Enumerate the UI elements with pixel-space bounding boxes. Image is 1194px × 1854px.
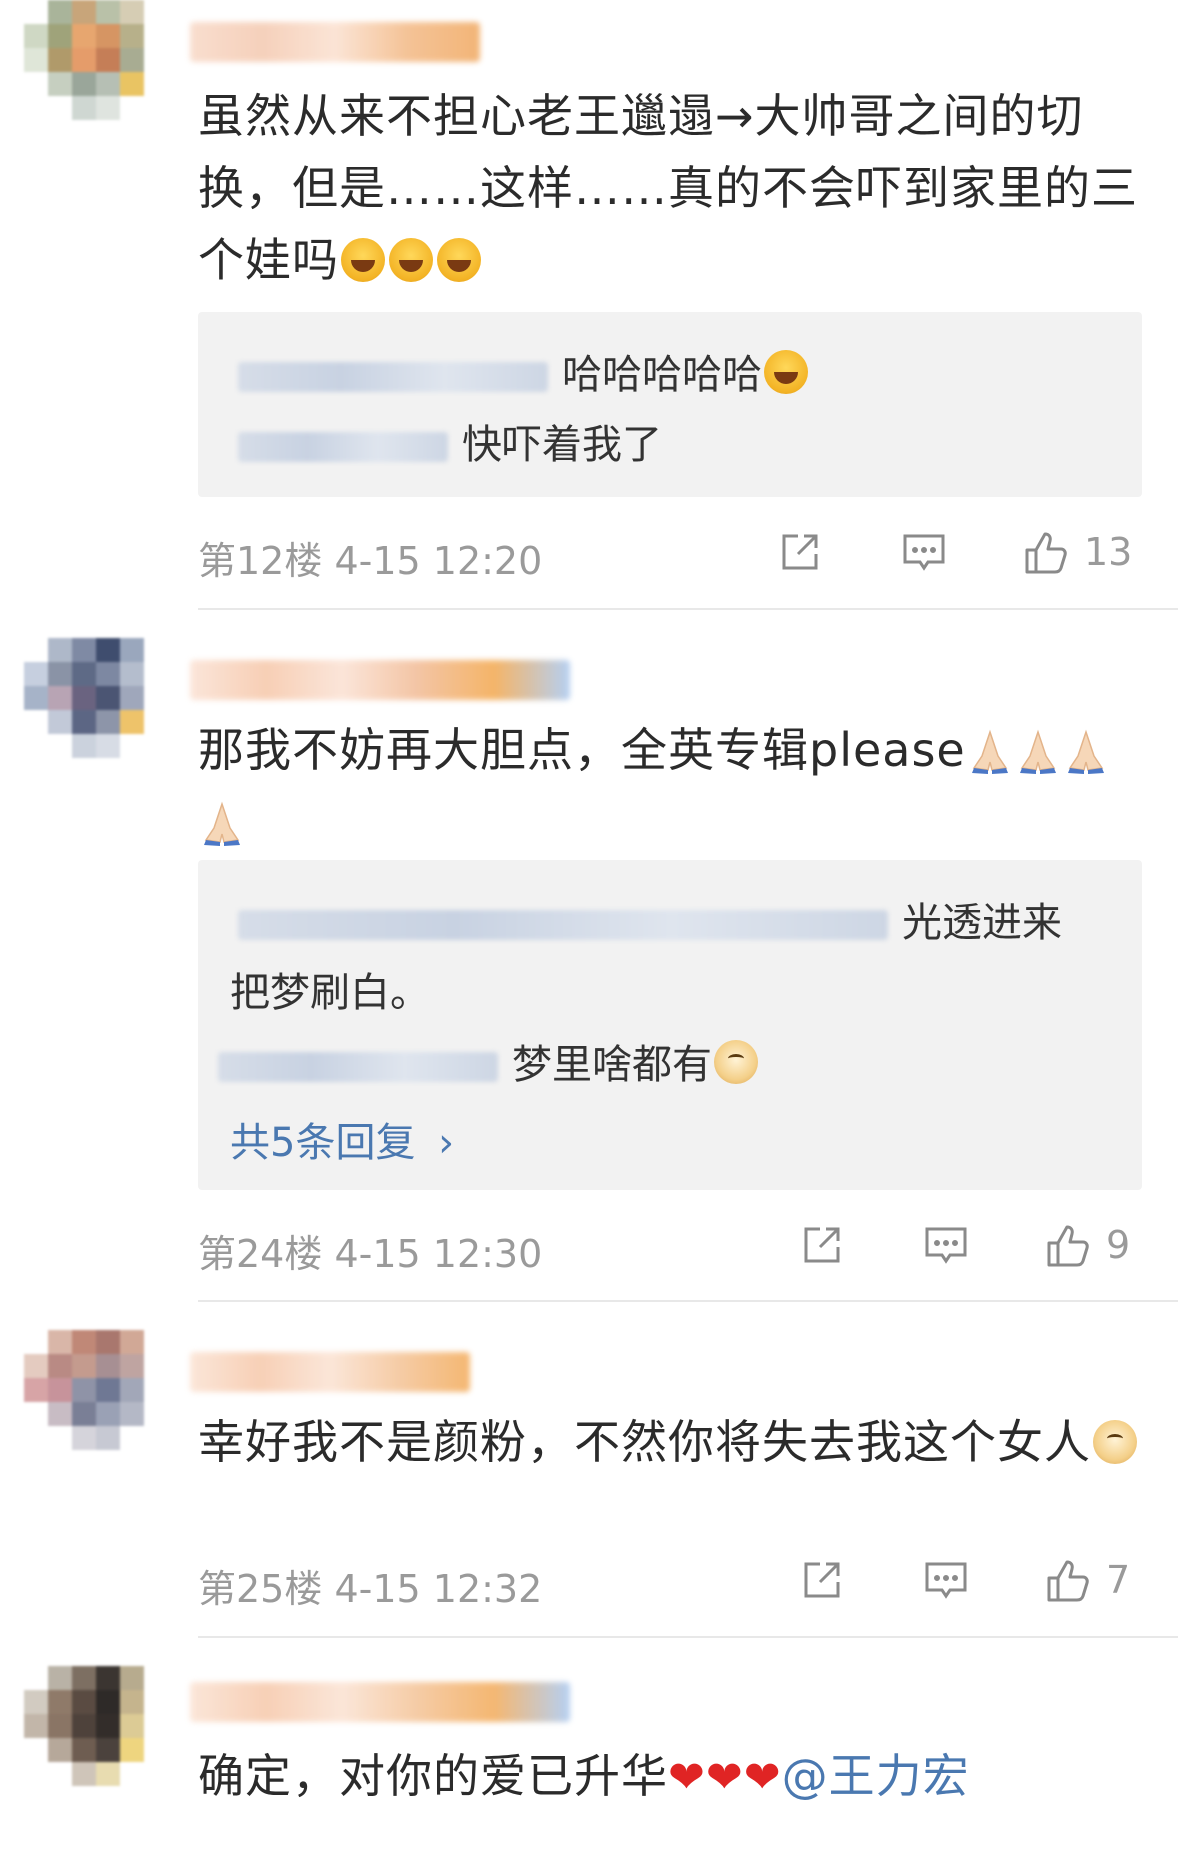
reply-preview-box[interactable]: 哈哈哈哈哈 快吓着我了 bbox=[198, 312, 1142, 497]
laugh-emoji bbox=[341, 238, 385, 282]
reply-text: 把梦刷白。 bbox=[230, 970, 430, 1016]
comment-body: 那我不妨再大胆点，全英专辑please bbox=[198, 723, 966, 777]
pray-emoji bbox=[1019, 729, 1056, 774]
view-all-replies-link[interactable]: 共5条回复 › bbox=[230, 1110, 454, 1168]
reply-item: 梦里啥都有 bbox=[218, 1032, 760, 1090]
floor-number: 第24楼 bbox=[198, 1232, 323, 1276]
timestamp: 4-15 12:30 bbox=[334, 1232, 543, 1276]
floor-and-time: 第12楼 4-15 12:20 bbox=[198, 530, 542, 585]
reply-text: 光透进来 bbox=[902, 900, 1062, 946]
heart-emoji: ❤ bbox=[705, 1752, 744, 1803]
comment-body: 幸好我不是颜粉，不然你将失去我这个女人 bbox=[198, 1415, 1091, 1469]
share-button[interactable] bbox=[776, 522, 824, 582]
pray-emoji bbox=[971, 729, 1008, 774]
comment-text: 幸好我不是颜粉，不然你将失去我这个女人 bbox=[198, 1406, 1148, 1478]
reply-text: 快吓着我了 bbox=[462, 422, 662, 468]
reply-username-blurred[interactable] bbox=[238, 910, 888, 940]
username-blurred[interactable] bbox=[190, 22, 480, 62]
pray-emoji bbox=[204, 801, 240, 846]
username-blurred[interactable] bbox=[190, 1352, 470, 1392]
reply-item: 光透进来 bbox=[238, 890, 1062, 948]
doge-emoji bbox=[714, 1040, 758, 1084]
avatar[interactable] bbox=[24, 1666, 168, 1810]
comment-icon bbox=[903, 534, 945, 571]
share-icon bbox=[782, 534, 818, 570]
reply-item: 快吓着我了 bbox=[238, 412, 662, 470]
comment-button[interactable] bbox=[922, 1550, 970, 1610]
username-blurred[interactable] bbox=[190, 1682, 570, 1722]
reply-username-blurred[interactable] bbox=[238, 432, 448, 462]
reply-preview-box[interactable]: 光透进来 把梦刷白。 梦里啥都有 共5条回复 › bbox=[198, 860, 1142, 1190]
like-count: 13 bbox=[1084, 530, 1133, 574]
chevron-right-icon: › bbox=[438, 1120, 455, 1166]
like-count: 9 bbox=[1106, 1223, 1131, 1267]
comment-icon bbox=[925, 1562, 967, 1599]
like-button[interactable]: 13 bbox=[1022, 522, 1132, 582]
divider bbox=[198, 1300, 1178, 1302]
comment-text: 虽然从来不担心老王邋遢→大帅哥之间的切换，但是……这样……真的不会吓到家里的三个… bbox=[198, 80, 1148, 296]
doge-emoji bbox=[1093, 1420, 1137, 1464]
heart-emoji: ❤ bbox=[668, 1752, 706, 1803]
laugh-emoji bbox=[764, 350, 808, 394]
share-icon bbox=[804, 1227, 840, 1263]
reply-username-blurred[interactable] bbox=[238, 362, 548, 392]
like-button[interactable]: 9 bbox=[1044, 1215, 1130, 1275]
comment-meta: 第24楼 4-15 12:30 9 bbox=[198, 1215, 1142, 1278]
share-icon bbox=[804, 1562, 840, 1598]
laugh-emoji bbox=[389, 238, 433, 282]
thumbs-up-icon bbox=[1047, 1560, 1089, 1602]
reply-item: 哈哈哈哈哈 bbox=[238, 342, 810, 400]
share-button[interactable] bbox=[798, 1215, 846, 1275]
comment-body: 虽然从来不担心老王邋遢→大帅哥之间的切换，但是……这样……真的不会吓到家里的三个… bbox=[198, 89, 1138, 287]
pray-emoji bbox=[1067, 729, 1104, 774]
share-button[interactable] bbox=[798, 1550, 846, 1610]
comment-button[interactable] bbox=[922, 1215, 970, 1275]
comment-body: 确定，对你的爱已升华 bbox=[198, 1749, 668, 1803]
reply-text: 梦里啥都有 bbox=[512, 1042, 712, 1088]
floor-number: 第25楼 bbox=[198, 1567, 323, 1611]
heart-emoji: ❤ bbox=[743, 1752, 782, 1803]
comment-text: 确定，对你的爱已升华❤❤❤@王力宏 bbox=[198, 1740, 1148, 1814]
floor-number: 第12楼 bbox=[198, 539, 323, 583]
like-count: 7 bbox=[1106, 1558, 1131, 1602]
comment-icon bbox=[925, 1227, 967, 1264]
floor-and-time: 第24楼 4-15 12:30 bbox=[198, 1223, 542, 1278]
avatar[interactable] bbox=[24, 1330, 168, 1474]
thumbs-up-icon bbox=[1047, 1225, 1089, 1267]
user-mention-link[interactable]: @王力宏 bbox=[782, 1749, 970, 1803]
comment-meta: 第12楼 4-15 12:20 13 bbox=[198, 522, 1142, 585]
username-blurred[interactable] bbox=[190, 660, 570, 700]
thumbs-up-icon bbox=[1025, 532, 1067, 574]
laugh-emoji bbox=[437, 238, 481, 282]
comment-button[interactable] bbox=[900, 522, 948, 582]
floor-and-time: 第25楼 4-15 12:32 bbox=[198, 1558, 542, 1613]
more-replies-label: 共5条回复 bbox=[230, 1120, 416, 1166]
divider bbox=[198, 1636, 1178, 1638]
avatar[interactable] bbox=[24, 638, 168, 782]
timestamp: 4-15 12:32 bbox=[334, 1567, 543, 1611]
reply-text: 哈哈哈哈哈 bbox=[562, 352, 762, 398]
comment-text: 那我不妨再大胆点，全英专辑please bbox=[198, 714, 1148, 858]
reply-username-blurred[interactable] bbox=[218, 1052, 498, 1082]
timestamp: 4-15 12:20 bbox=[334, 539, 543, 583]
comment-meta: 第25楼 4-15 12:32 7 bbox=[198, 1550, 1142, 1613]
reply-item: 把梦刷白。 bbox=[230, 960, 430, 1018]
avatar[interactable] bbox=[24, 0, 168, 144]
like-button[interactable]: 7 bbox=[1044, 1550, 1130, 1610]
divider bbox=[198, 608, 1178, 610]
